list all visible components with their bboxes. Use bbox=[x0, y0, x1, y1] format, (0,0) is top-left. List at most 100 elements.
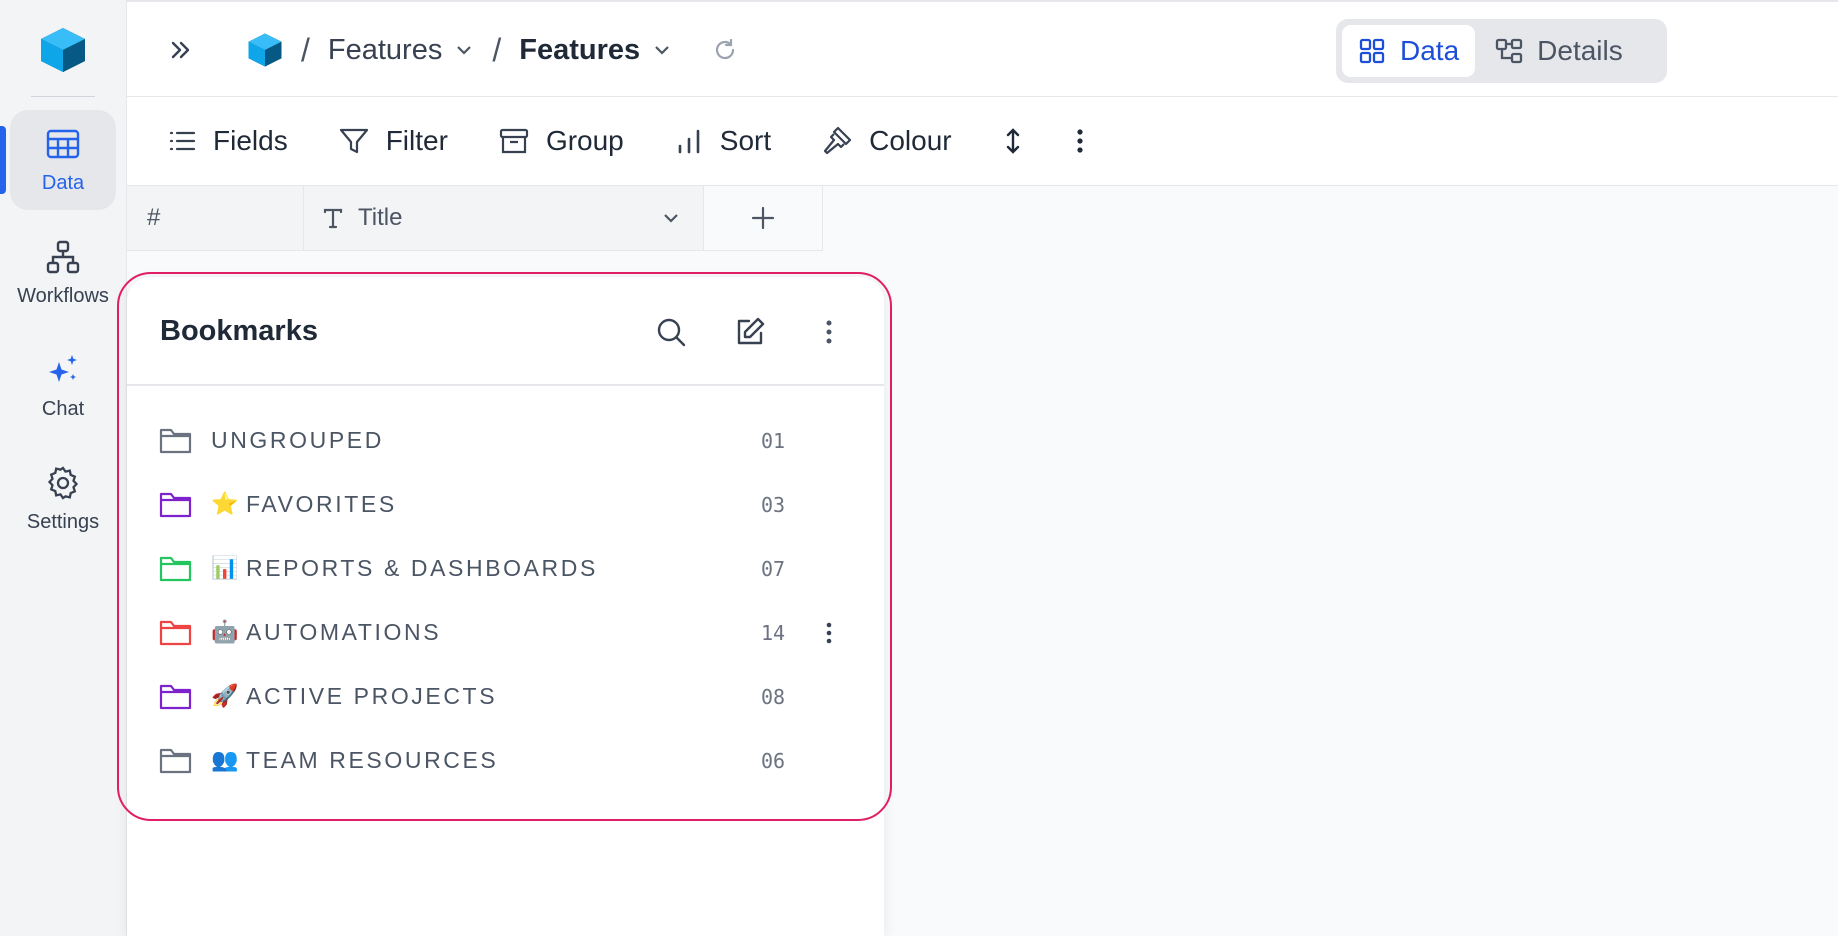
app-logo[interactable] bbox=[39, 26, 87, 74]
colour-label: Colour bbox=[869, 125, 952, 156]
column-header-row-number[interactable]: # bbox=[127, 186, 304, 251]
more-vertical-icon bbox=[826, 622, 832, 644]
plus-icon bbox=[751, 206, 775, 230]
column-header-title[interactable]: Title bbox=[304, 186, 704, 251]
fields-button[interactable]: Fields bbox=[167, 125, 288, 157]
sort-button[interactable]: Sort bbox=[674, 125, 771, 157]
folder-count: 01 bbox=[761, 429, 786, 453]
details-view-button[interactable]: Details bbox=[1479, 25, 1639, 77]
nav-item-label: Workflows bbox=[17, 284, 109, 307]
row-height-button[interactable] bbox=[1002, 126, 1024, 156]
filter-icon bbox=[339, 128, 368, 154]
add-column-button[interactable] bbox=[704, 186, 823, 251]
bookmarks-title: Bookmarks bbox=[160, 315, 318, 347]
group-label: Group bbox=[545, 125, 624, 156]
folder-icon bbox=[159, 748, 192, 774]
list-icon bbox=[169, 131, 196, 151]
view-toolbar: Fields Filter Group Sort Colour bbox=[127, 97, 1838, 186]
more-vertical-icon bbox=[826, 320, 832, 344]
text-type-icon bbox=[323, 208, 343, 229]
more-vertical-icon bbox=[1077, 129, 1083, 153]
workspace-logo-icon[interactable] bbox=[247, 32, 283, 68]
bookmark-folder-row[interactable]: UNGROUPED 01 bbox=[127, 409, 884, 473]
folder-icon bbox=[159, 684, 192, 710]
folder-emoji: ⭐ bbox=[211, 491, 239, 516]
nav-item-chat[interactable]: Chat bbox=[10, 336, 116, 436]
search-bookmarks-button[interactable] bbox=[652, 313, 690, 351]
active-indicator bbox=[0, 126, 6, 194]
edit-bookmarks-button[interactable] bbox=[731, 313, 769, 351]
data-view-label: Data bbox=[1400, 35, 1460, 66]
nav-item-label: Data bbox=[41, 171, 85, 194]
bookmarks-panel: Bookmarks UNGROUPED 01 ⭐ FAVORITES 03 📊 REPORT… bbox=[127, 277, 884, 936]
column-label: # bbox=[147, 204, 161, 231]
nav-item-workflows[interactable]: Workflows bbox=[10, 223, 116, 323]
bookmark-folder-row[interactable]: 🤖 AUTOMATIONS 14 bbox=[127, 601, 884, 665]
paintbrush-icon bbox=[824, 126, 852, 155]
bookmark-folder-list: UNGROUPED 01 ⭐ FAVORITES 03 📊 REPORTS & DASHBO… bbox=[127, 409, 884, 793]
folder-count: 03 bbox=[761, 493, 786, 517]
refresh-icon bbox=[716, 38, 735, 60]
bar-chart-icon bbox=[678, 129, 700, 154]
view-toggle: Data Details bbox=[1336, 19, 1667, 83]
gear-icon bbox=[47, 465, 79, 500]
folder-count: 14 bbox=[761, 621, 786, 645]
top-bar: / Features / Features Data Details bbox=[127, 0, 1838, 97]
grid-header: # Title bbox=[127, 186, 823, 251]
group-button[interactable]: Group bbox=[498, 125, 624, 157]
search-icon bbox=[657, 318, 686, 347]
breadcrumb-base[interactable]: Features bbox=[328, 34, 474, 67]
sparkles-icon bbox=[49, 354, 77, 382]
nav-item-data[interactable]: Data bbox=[10, 110, 116, 210]
archive-box-icon bbox=[499, 128, 529, 154]
folder-emoji: 🤖 bbox=[211, 619, 239, 644]
breadcrumb-table[interactable]: Features bbox=[519, 34, 672, 67]
folder-count: 06 bbox=[761, 749, 786, 773]
bookmark-folder-row[interactable]: 👥 TEAM RESOURCES 06 bbox=[127, 729, 884, 793]
bookmark-folder-row[interactable]: 📊 REPORTS & DASHBOARDS 07 bbox=[127, 537, 884, 601]
nav-item-label: Settings bbox=[26, 510, 100, 533]
refresh-button[interactable] bbox=[712, 37, 738, 63]
breadcrumb: / Features / Features bbox=[247, 26, 738, 74]
chevron-down-icon[interactable] bbox=[661, 208, 681, 228]
folder-icon bbox=[159, 492, 192, 518]
details-view-label: Details bbox=[1537, 35, 1623, 66]
folder-emoji: 🚀 bbox=[211, 683, 239, 708]
folder-label: AUTOMATIONS bbox=[246, 619, 442, 645]
folder-label: UNGROUPED bbox=[211, 427, 384, 453]
nav-item-settings[interactable]: Settings bbox=[10, 449, 116, 549]
chevrons-right-icon bbox=[171, 41, 190, 59]
chevron-down-icon bbox=[457, 46, 472, 55]
bookmark-folder-row[interactable]: ⭐ FAVORITES 03 bbox=[127, 473, 884, 537]
filter-button[interactable]: Filter bbox=[338, 125, 448, 157]
folder-label: FAVORITES bbox=[246, 491, 397, 517]
schema-icon bbox=[1496, 38, 1523, 64]
data-view-button[interactable]: Data bbox=[1342, 25, 1476, 77]
sort-label: Sort bbox=[719, 125, 772, 156]
folder-count: 07 bbox=[761, 557, 786, 581]
bookmark-folder-row[interactable]: 🚀 ACTIVE PROJECTS 08 bbox=[127, 665, 884, 729]
folder-label: REPORTS & DASHBOARDS bbox=[246, 555, 598, 581]
bookmarks-header: Bookmarks bbox=[127, 277, 884, 386]
edit-icon bbox=[737, 317, 765, 345]
folder-more-button[interactable] bbox=[812, 617, 846, 649]
folder-icon bbox=[159, 428, 192, 454]
column-label: Title bbox=[358, 204, 403, 231]
rail-divider bbox=[31, 96, 95, 97]
expand-sidebar-button[interactable] bbox=[161, 30, 201, 70]
folder-label: TEAM RESOURCES bbox=[246, 747, 499, 773]
folder-icon bbox=[159, 556, 192, 582]
filter-label: Filter bbox=[385, 125, 448, 156]
chevron-down-icon bbox=[655, 46, 669, 55]
folder-emoji: 👥 bbox=[211, 747, 239, 772]
colour-button[interactable]: Colour bbox=[821, 125, 952, 157]
breadcrumb-label: Features bbox=[327, 33, 443, 66]
nav-item-label: Chat bbox=[41, 397, 85, 420]
bookmarks-more-button[interactable] bbox=[810, 313, 848, 351]
table-icon bbox=[46, 129, 80, 158]
workflow-icon bbox=[46, 240, 80, 273]
more-options-button[interactable] bbox=[1074, 126, 1086, 156]
left-rail: Data Workflows Chat Settings bbox=[0, 0, 127, 936]
grid-icon bbox=[1359, 38, 1385, 64]
folder-icon bbox=[159, 620, 192, 646]
